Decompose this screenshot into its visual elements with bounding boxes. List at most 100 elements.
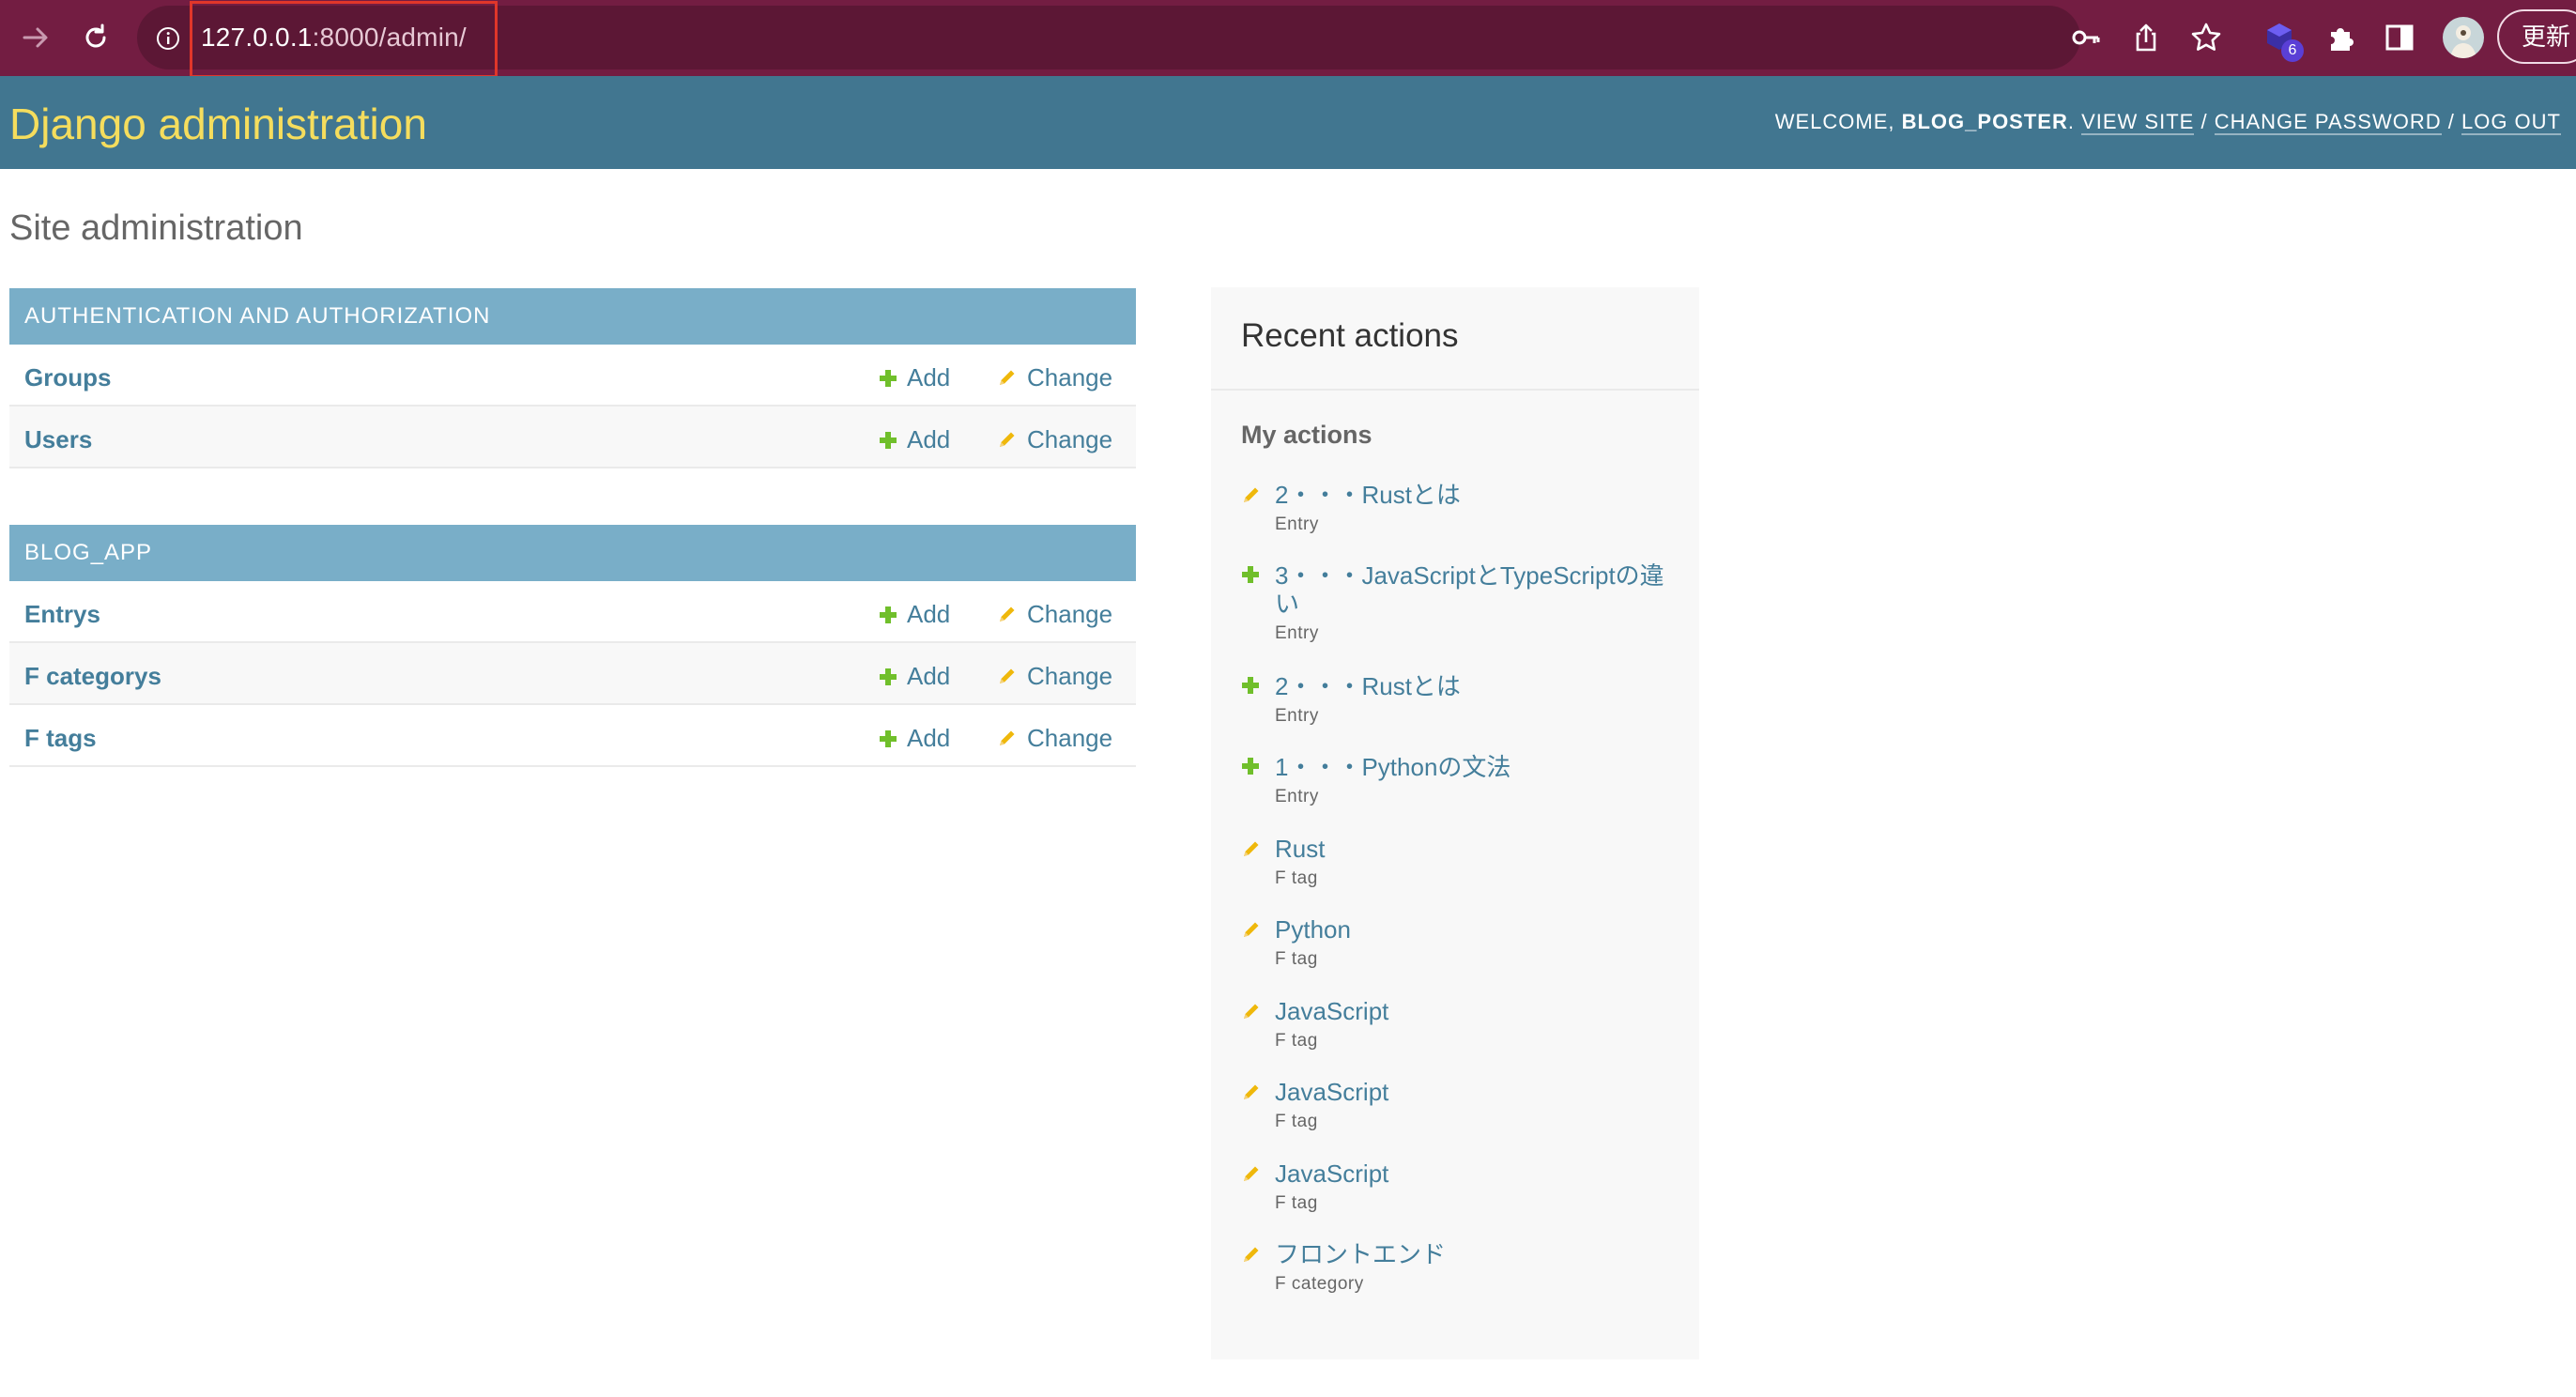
separator: / (2194, 110, 2215, 133)
admin-header: Django administration WELCOME, BLOG_POST… (0, 76, 2576, 169)
password-key-button[interactable] (2067, 19, 2105, 56)
key-icon (2072, 30, 2100, 45)
recent-action-type: Entry (1275, 706, 1319, 726)
model-row-f-categorys: F categorys Add Change (9, 643, 1136, 705)
module-caption[interactable]: BLOG_APP (9, 525, 1136, 581)
model-row-entrys: Entrys Add Change (9, 581, 1136, 643)
share-icon (2136, 23, 2156, 52)
extensions-menu-button[interactable] (2323, 19, 2360, 56)
add-entrys-link[interactable]: Add (879, 600, 950, 629)
recent-action-type: F tag (1275, 1031, 1318, 1051)
recent-action-type: F tag (1275, 868, 1318, 888)
pencil-icon (1244, 841, 1259, 856)
recent-action-link[interactable]: 2・・・Rustとは (1275, 481, 1679, 509)
model-link-users[interactable]: Users (24, 425, 92, 454)
recent-action-link[interactable]: Python (1275, 915, 1679, 944)
pencil-icon (1244, 1004, 1259, 1019)
recent-action-link[interactable]: JavaScript (1275, 1159, 1679, 1188)
plus-icon (880, 668, 897, 685)
plus-icon (880, 432, 897, 449)
log-out-link[interactable]: LOG OUT (2461, 110, 2561, 135)
change-users-link[interactable]: Change (997, 425, 1112, 454)
model-row-users: Users Add Change (9, 407, 1136, 468)
change-f-tags-link[interactable]: Change (997, 724, 1112, 753)
extension-badge: 6 (2281, 39, 2304, 62)
page-title: Site administration (9, 208, 303, 248)
pencil-icon (1000, 606, 1015, 622)
add-label: Add (907, 600, 951, 628)
recent-action-link[interactable]: Rust (1275, 835, 1679, 863)
add-label: Add (907, 425, 951, 453)
plus-icon (880, 730, 897, 747)
recent-action-link[interactable]: 3・・・JavaScriptとTypeScriptの違い (1275, 561, 1679, 618)
pencil-icon (1000, 668, 1015, 683)
add-groups-link[interactable]: Add (879, 363, 950, 392)
model-link-groups[interactable]: Groups (24, 363, 111, 392)
puzzle-icon (2331, 28, 2354, 51)
recent-action-link[interactable]: JavaScript (1275, 997, 1679, 1025)
site-branding[interactable]: Django administration (9, 99, 427, 149)
username: BLOG_POSTER (1901, 110, 2068, 133)
change-label: Change (1027, 600, 1113, 628)
recent-action-type: F tag (1275, 1193, 1318, 1213)
url-highlight-box (190, 1, 498, 78)
recent-actions-panel: Recent actions My actions 2・・・Rustとは Ent… (1211, 287, 1699, 1359)
plus-icon (880, 606, 897, 623)
plus-icon (1242, 677, 1259, 694)
recent-action-link[interactable]: 1・・・Pythonの文法 (1275, 753, 1679, 781)
pencil-icon (1000, 370, 1015, 385)
recent-action-type: Entry (1275, 623, 1319, 643)
welcome-text: WELCOME, (1774, 110, 1902, 133)
recent-action-link[interactable]: 2・・・Rustとは (1275, 672, 1679, 700)
pencil-icon (1244, 1084, 1259, 1099)
pencil-icon (1244, 922, 1259, 937)
info-icon[interactable] (156, 26, 180, 51)
pencil-icon (1000, 432, 1015, 447)
module-caption[interactable]: AUTHENTICATION AND AUTHORIZATION (9, 288, 1136, 345)
recent-action-type: F tag (1275, 949, 1318, 969)
change-label: Change (1027, 425, 1113, 453)
recent-action-type: Entry (1275, 787, 1319, 806)
bookmark-button[interactable] (2187, 19, 2225, 56)
pencil-icon (1244, 1166, 1259, 1181)
user-tools: WELCOME, BLOG_POSTER. VIEW SITE / CHANGE… (1774, 110, 2561, 135)
user-avatar-icon (2450, 25, 2476, 58)
add-f-tags-link[interactable]: Add (879, 724, 950, 753)
model-row-groups: Groups Add Change (9, 345, 1136, 407)
change-label: Change (1027, 363, 1113, 391)
change-label: Change (1027, 662, 1113, 690)
share-button[interactable] (2127, 19, 2165, 56)
add-label: Add (907, 363, 951, 391)
recent-action-type: F tag (1275, 1112, 1318, 1131)
add-f-categorys-link[interactable]: Add (879, 662, 950, 691)
reload-button[interactable] (69, 11, 122, 64)
module-auth: AUTHENTICATION AND AUTHORIZATION Groups … (9, 288, 1136, 468)
change-groups-link[interactable]: Change (997, 363, 1112, 392)
divider (1211, 389, 1699, 391)
model-link-entrys[interactable]: Entrys (24, 600, 100, 629)
model-link-f-tags[interactable]: F tags (24, 724, 97, 753)
side-panel-icon (2385, 24, 2414, 51)
add-label: Add (907, 724, 951, 752)
plus-icon (1242, 566, 1259, 583)
recent-action-link[interactable]: フロントエンド (1275, 1240, 1679, 1268)
side-panel-button[interactable] (2381, 19, 2418, 56)
change-entrys-link[interactable]: Change (997, 600, 1112, 629)
recent-actions-title: Recent actions (1241, 317, 1459, 354)
recent-action-link[interactable]: JavaScript (1275, 1078, 1679, 1106)
arrow-right-icon (23, 27, 48, 48)
plus-icon (1242, 758, 1259, 775)
change-password-link[interactable]: CHANGE PASSWORD (2214, 110, 2442, 135)
add-users-link[interactable]: Add (879, 425, 950, 454)
change-label: Change (1027, 724, 1113, 752)
update-button[interactable]: 更新 (2497, 9, 2576, 64)
profile-avatar[interactable] (2443, 17, 2484, 58)
forward-button[interactable] (9, 11, 62, 64)
reload-icon (85, 23, 106, 48)
module-blog-app: BLOG_APP Entrys Add Change F categorys A… (9, 525, 1136, 767)
change-f-categorys-link[interactable]: Change (997, 662, 1112, 691)
view-site-link[interactable]: VIEW SITE (2081, 110, 2195, 135)
period-text: . (2067, 110, 2082, 133)
recent-action-type: Entry (1275, 514, 1319, 534)
model-link-f-categorys[interactable]: F categorys (24, 662, 161, 691)
